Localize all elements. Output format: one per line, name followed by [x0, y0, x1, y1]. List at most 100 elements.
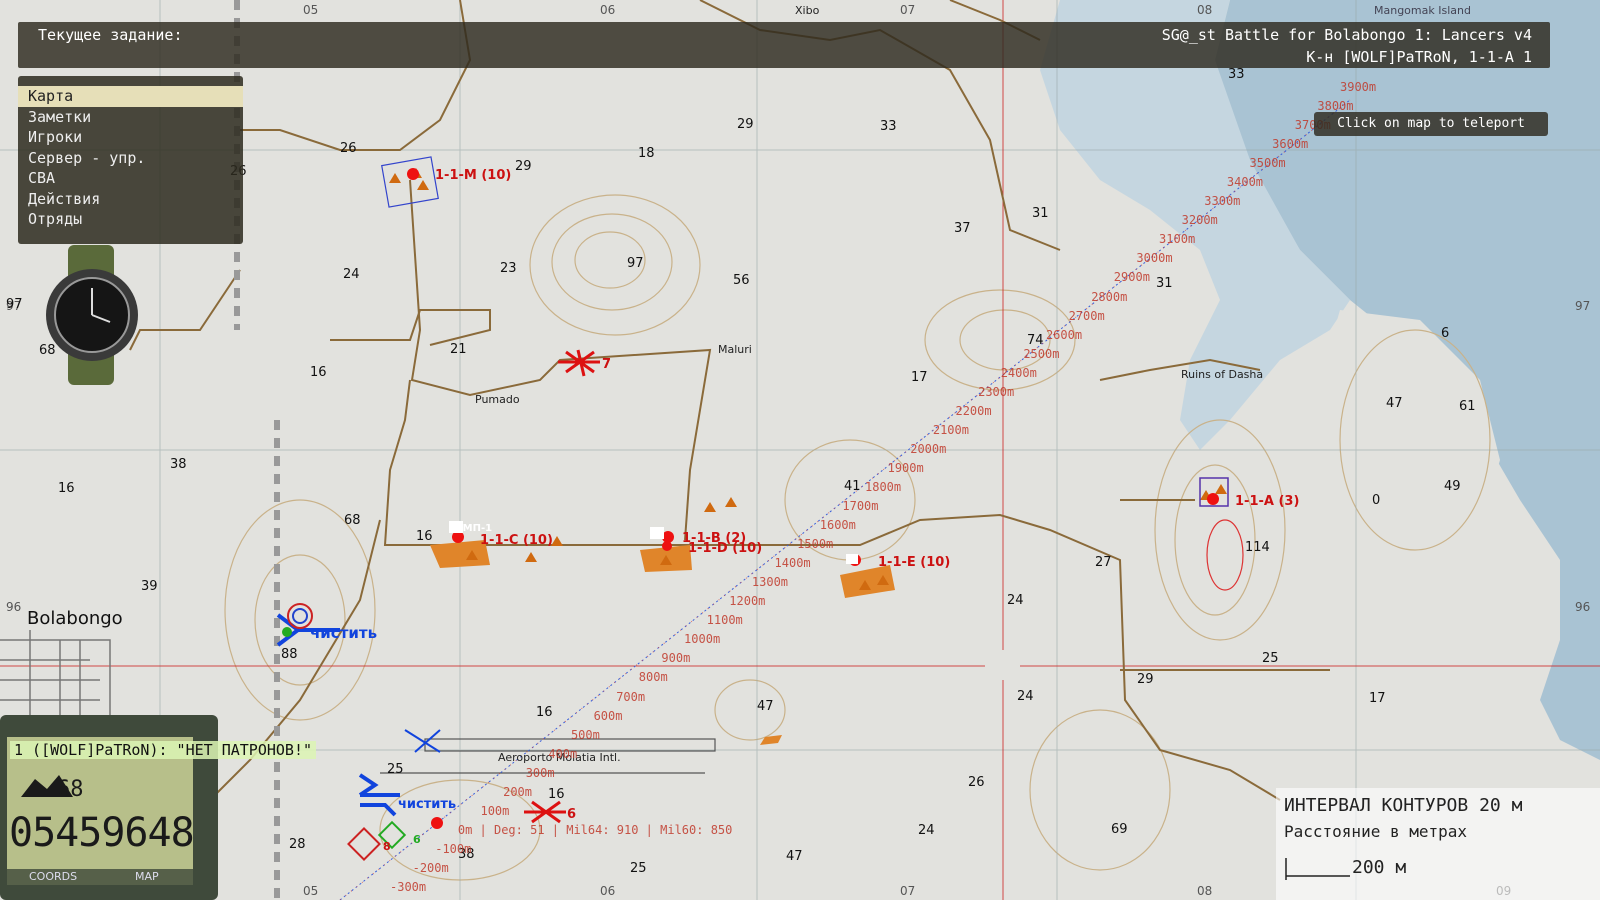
ruler-distance-label: 3200m	[1181, 213, 1218, 228]
ruler-distance-label: 100m	[480, 803, 510, 818]
height-label: 114	[1245, 540, 1270, 555]
ruler-distance-label: 1500m	[797, 537, 834, 552]
height-label: 18	[638, 146, 655, 161]
ruler-distance-label: 2500m	[1023, 346, 1060, 361]
height-label: 74	[1027, 333, 1044, 348]
grid-top-07: 07	[900, 3, 916, 17]
height-label: 39	[141, 579, 158, 594]
ruler-distance-label: -100m	[435, 841, 472, 856]
place-maluri: Maluri	[718, 343, 752, 356]
height-label: 23	[500, 261, 517, 276]
height-label: 16	[58, 481, 75, 496]
ruler-distance-label: -200m	[412, 860, 449, 875]
height-label: 29	[737, 117, 754, 132]
place-pumado: Pumado	[475, 393, 520, 406]
teleport-hint: Click on map to teleport	[1314, 112, 1548, 136]
gps-coords: 05459648	[9, 810, 195, 856]
height-label: 47	[1386, 396, 1403, 411]
height-label: 16	[416, 529, 433, 544]
gps-tab-map[interactable]: MAP	[135, 870, 159, 883]
menu-item-map[interactable]: Карта	[18, 86, 243, 107]
marker-8: 8	[383, 840, 391, 853]
gps-tab-coords[interactable]: COORDS	[29, 870, 77, 883]
height-label: 69	[1111, 822, 1128, 837]
map-side-menu: Карта Заметки Игроки Сервер - упр. СВА Д…	[18, 76, 243, 244]
height-label: 28	[289, 837, 306, 852]
grid-right-96: 96	[1575, 600, 1591, 614]
height-label: 88	[281, 647, 298, 662]
ruler-distance-label: 900m	[661, 651, 691, 666]
player-line: К-н [WOLF]PaTRoN, 1-1-A 1	[1306, 48, 1532, 66]
ruler-distance-label: 600m	[593, 708, 623, 723]
contour-interval-label: ИНТЕРВАЛ КОНТУРОВ 20 м	[1284, 795, 1523, 816]
place-mangomak: Mangomak Island	[1374, 4, 1471, 17]
ruler-distance-label: 500m	[570, 727, 600, 742]
ruler-distance-label: 3100m	[1159, 232, 1196, 247]
height-label: 27	[1095, 555, 1112, 570]
height-label: 47	[786, 849, 803, 864]
place-bolabongo: Bolabongo	[27, 608, 123, 629]
height-label: 49	[1444, 479, 1461, 494]
map-legend: ИНТЕРВАЛ КОНТУРОВ 20 м Расстояние в метр…	[1276, 788, 1600, 900]
grid-bottom-06: 06	[600, 884, 616, 898]
ruler-distance-label: 1600m	[819, 518, 856, 533]
mission-info: SG@_st Battle for Bolabongo 1: Lancers v…	[1162, 24, 1532, 68]
menu-item-actions[interactable]: Действия	[18, 189, 243, 210]
height-label: 31	[1032, 206, 1049, 221]
gps-altitude: 68	[57, 777, 84, 802]
height-label: 0	[1372, 493, 1381, 508]
ruler-distance-label: 3000m	[1136, 251, 1173, 266]
chat-message: 1 ([WOLF]PaTRoN): "НЕТ ПАТРОНОВ!"	[10, 741, 317, 759]
height-label: 6	[1441, 326, 1450, 341]
unit-label-1-1-m[interactable]: 1-1-M (10)	[435, 168, 511, 183]
ruler-distance-label: 2900m	[1113, 270, 1150, 285]
unit-label-1-1-e[interactable]: 1-1-E (10)	[878, 555, 950, 570]
height-label: 68	[344, 513, 361, 528]
height-label: 25	[630, 861, 647, 876]
ruler-distance-label: 800m	[638, 670, 668, 685]
height-label: 56	[733, 273, 750, 288]
order-clean-2: чистить	[398, 797, 457, 812]
unit-label-1-1-a[interactable]: 1-1-A (3)	[1235, 494, 1299, 509]
menu-item-squads[interactable]: Отряды	[18, 209, 243, 230]
height-label: 16	[548, 787, 565, 802]
ruler-distance-label: 2200m	[955, 403, 992, 418]
ruler-distance-label: 2700m	[1068, 308, 1105, 323]
ruler-distance-label: 1300m	[751, 575, 789, 590]
height-label: 29	[1137, 672, 1154, 687]
ruler-distance-label: 3900m	[1340, 80, 1377, 94]
menu-item-server[interactable]: Сервер - упр.	[18, 148, 243, 169]
scale-label: 200 м	[1352, 857, 1407, 878]
height-label: 16	[310, 365, 327, 380]
height-label: 25	[1262, 651, 1279, 666]
height-label: 31	[1156, 276, 1173, 291]
mission-title: SG@_st Battle for Bolabongo 1: Lancers v…	[1161, 26, 1532, 44]
ruler-distance-label: 300m	[525, 765, 555, 780]
height-label: 29	[515, 159, 532, 174]
ruler-distance-label: 700m	[616, 689, 646, 704]
objective-6: 6	[567, 807, 577, 822]
height-label: 41	[844, 479, 861, 494]
height-label: 24	[918, 823, 935, 838]
menu-item-cba[interactable]: СВА	[18, 168, 243, 189]
ruler-distance-label: 2100m	[932, 422, 969, 437]
menu-item-players[interactable]: Игроки	[18, 127, 243, 148]
ruler-distance-label: 0m | Deg: 51 | Mil64: 910 | Mil60: 850	[457, 822, 733, 837]
height-label: 33	[880, 119, 897, 134]
menu-item-notes[interactable]: Заметки	[18, 107, 243, 128]
unit-label-1-1-c[interactable]: 1-1-C (10)	[480, 533, 553, 548]
grid-top-08: 08	[1197, 3, 1213, 17]
ruler-distance-label: 3500m	[1249, 156, 1286, 171]
unit-label-bmp: БМП-1	[455, 523, 493, 534]
unit-label-1-1-d[interactable]: 1-1-D (10)	[688, 541, 762, 556]
place-ruins-dasha: Ruins of Dasha	[1181, 368, 1264, 381]
ruler-distance-label: 1200m	[729, 594, 766, 609]
height-label: 97	[627, 256, 644, 271]
height-label: 17	[911, 370, 928, 385]
ruler-distance-label: 1000m	[684, 632, 721, 647]
grid-bottom-05: 05	[303, 884, 319, 898]
ruler-distance-label: 1400m	[774, 556, 811, 571]
place-xibo: Xibo	[795, 4, 820, 17]
height-label: 16	[536, 705, 553, 720]
height-label: 68	[39, 343, 56, 358]
